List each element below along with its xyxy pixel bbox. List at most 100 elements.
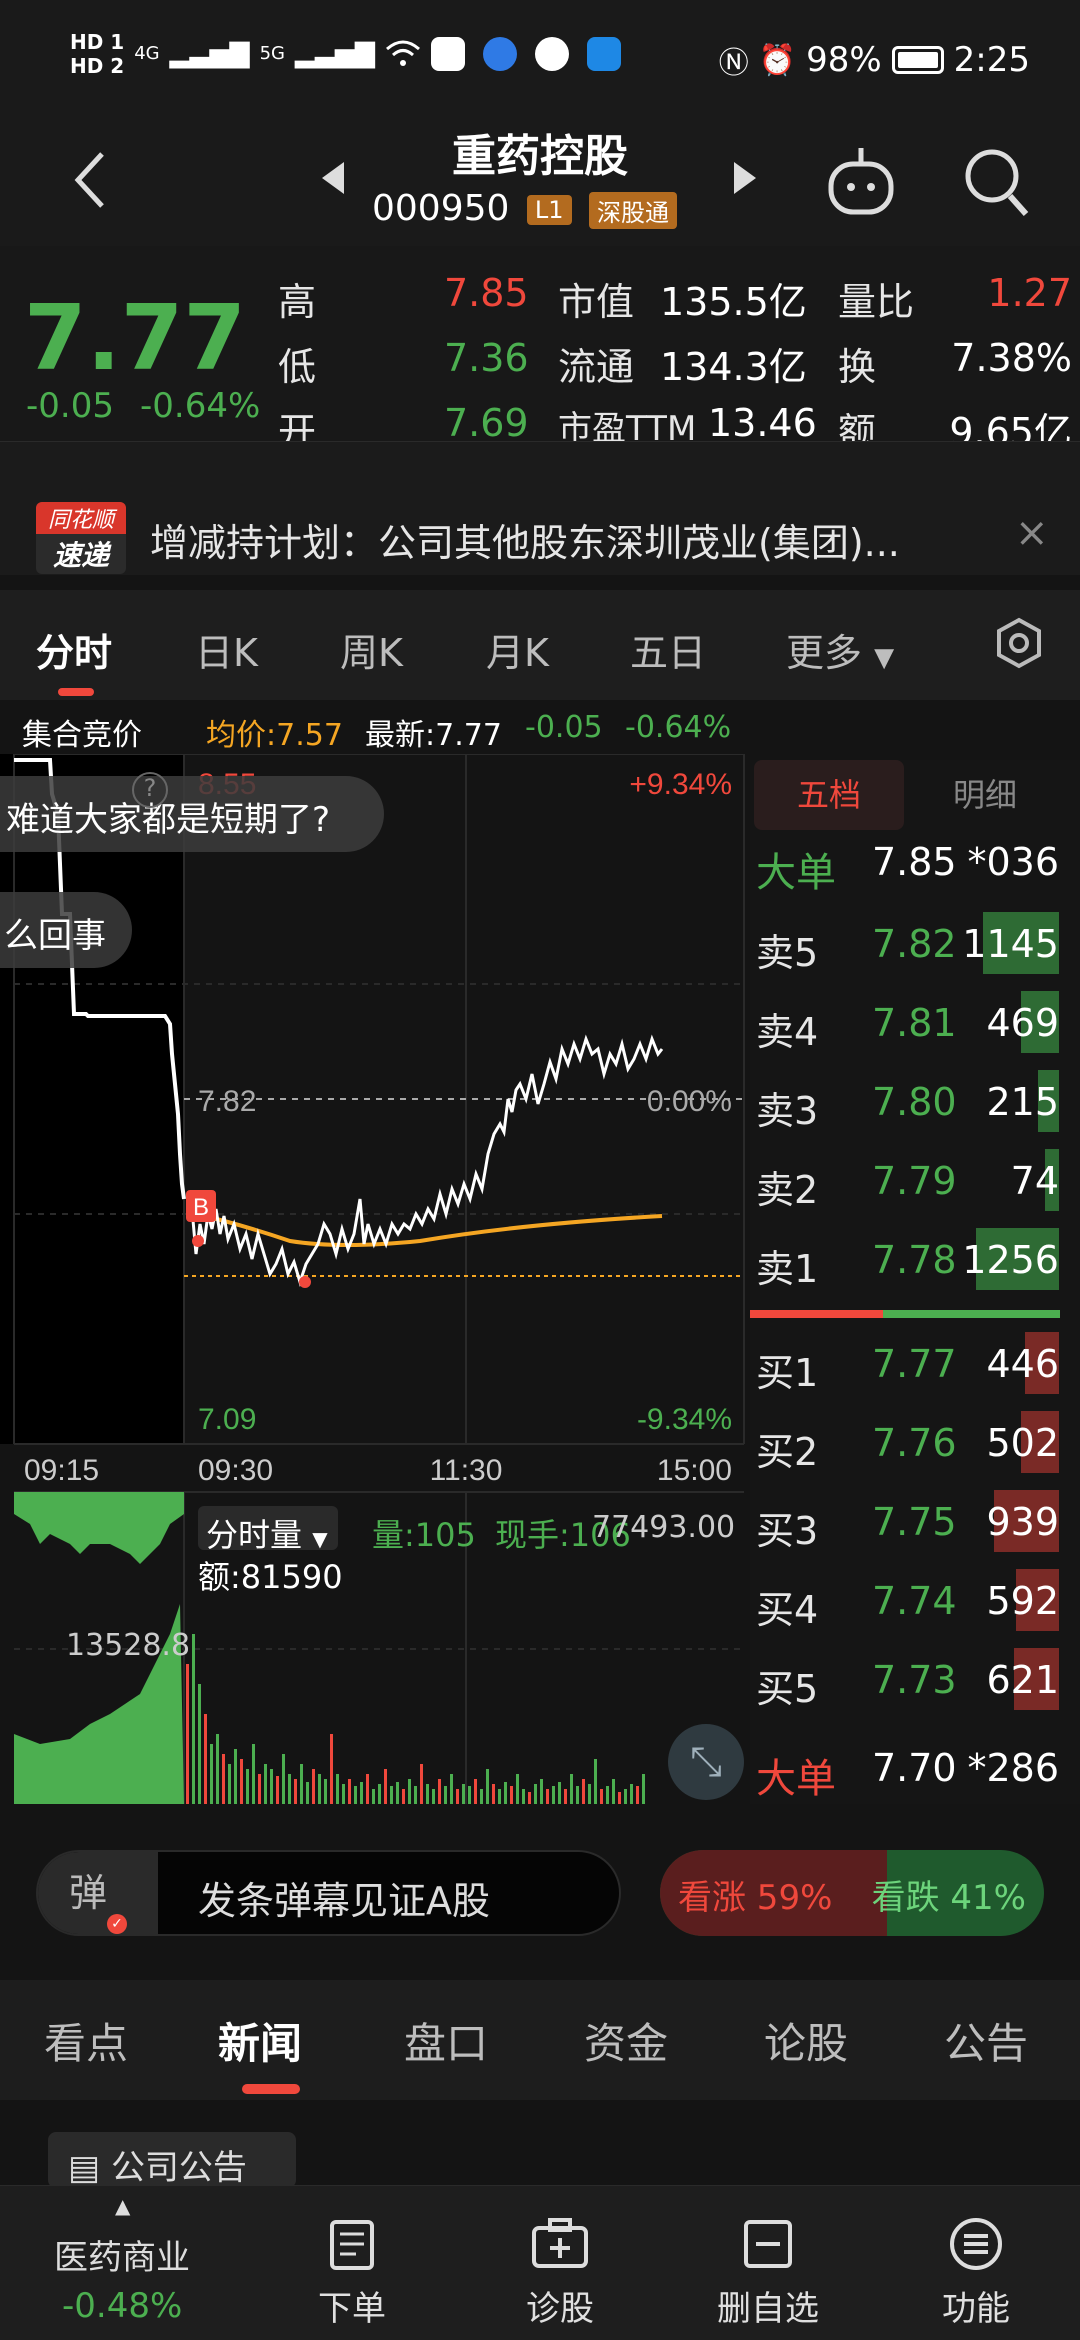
volume-selector[interactable]: 分时量 ▼	[198, 1506, 338, 1554]
nav-diagnose-label: 诊股	[526, 2289, 594, 2329]
sector-change: -0.48%	[62, 2286, 183, 2326]
low-value: 7.36	[444, 336, 529, 380]
volume-bar	[582, 1779, 585, 1804]
bid-row: 买3 7.75 939	[750, 1482, 1065, 1560]
danmaku-input[interactable]: 弹✓ 发条弹幕见证A股	[36, 1850, 621, 1936]
ask-label: 卖5	[756, 931, 819, 975]
big-buy-price: 7.70	[872, 1746, 957, 1790]
bottom-nav: ▲ 医药商业 -0.48% 下单 诊股 删自选 功能	[0, 2185, 1080, 2340]
volume-bar	[570, 1774, 573, 1804]
tab-five-level[interactable]: 五档	[754, 760, 904, 830]
pe-value: 13.46	[708, 401, 817, 445]
volume-bar	[450, 1774, 453, 1804]
turnover-value: 7.38%	[951, 336, 1072, 380]
nav-functions[interactable]: 功能	[896, 2216, 1056, 2330]
alarm-icon: ⏰	[758, 42, 797, 78]
tab-detail[interactable]: 明细	[910, 760, 1060, 830]
diagnose-icon	[532, 2218, 588, 2268]
vol-ratio-value: 1.27	[987, 271, 1072, 315]
danmaku-bubble-2-text: 么回事	[4, 916, 106, 956]
volume-bar	[246, 1769, 249, 1804]
danmaku-bubble-1-text: 难道大家都是短期了?	[6, 800, 331, 840]
close-icon[interactable]: ×	[1015, 510, 1049, 556]
bid-ask-ratio-bar	[750, 1310, 1060, 1318]
big-sell-vol: *036	[967, 840, 1059, 884]
settings-hex-icon[interactable]	[992, 616, 1046, 670]
volume-bar	[564, 1789, 567, 1804]
search-icon[interactable]	[962, 144, 1032, 220]
volume-bar	[480, 1789, 483, 1804]
time-label-1130: 11:30	[430, 1454, 503, 1487]
volume-bar	[492, 1784, 495, 1804]
volume-bar	[624, 1789, 627, 1804]
volume-bar	[186, 1664, 189, 1804]
sentiment-bar[interactable]: 看涨 59% 看跌 41%	[660, 1850, 1044, 1936]
nav-remove-watchlist[interactable]: 删自选	[688, 2216, 848, 2330]
volume-bar	[528, 1792, 531, 1804]
nav-diagnose[interactable]: 诊股	[480, 2216, 640, 2330]
stock-code: 000950	[372, 188, 510, 229]
news-text[interactable]: 增减持计划：公司其他股东深圳茂业(集团)...	[150, 512, 970, 567]
volume-bar	[540, 1779, 543, 1804]
bid-price: 7.74	[872, 1579, 957, 1623]
bid-label: 买5	[756, 1667, 819, 1711]
bid-volume: 592	[986, 1579, 1059, 1623]
tab-discussion[interactable]: 论股	[764, 2010, 848, 2071]
bid-label: 买4	[756, 1588, 819, 1632]
bid-price: 7.73	[872, 1658, 957, 1702]
volume-bar	[462, 1784, 465, 1804]
volume-bar	[300, 1764, 303, 1804]
robot-icon[interactable]	[825, 142, 897, 222]
volume-bar	[522, 1789, 525, 1804]
time-label-0915: 09:15	[24, 1454, 99, 1487]
sector-name[interactable]: 医药商业	[54, 2230, 190, 2279]
tab-funds[interactable]: 资金	[584, 2010, 668, 2071]
bid-row: 买5 7.73 621	[750, 1640, 1065, 1718]
volume-bar	[414, 1786, 417, 1804]
volume-bar	[402, 1789, 405, 1804]
tab-weekly[interactable]: 周K	[340, 622, 403, 677]
expand-icon[interactable]: ⤡	[668, 1724, 744, 1800]
tab-monthly[interactable]: 月K	[486, 622, 549, 677]
tab-five-day[interactable]: 五日	[630, 622, 706, 677]
ask-price: 7.78	[872, 1238, 957, 1282]
volume-bar	[606, 1786, 609, 1804]
top-pct: +9.34%	[629, 768, 732, 801]
announcement-chip[interactable]: ▤ 公司公告	[48, 2132, 296, 2188]
buy-marker-text: B	[193, 1194, 209, 1221]
volume-bar	[546, 1789, 549, 1804]
tab-market[interactable]: 盘口	[404, 2010, 488, 2071]
max-volume: 77493.00	[592, 1510, 736, 1545]
tab-highlights[interactable]: 看点	[44, 2010, 128, 2071]
tab-daily[interactable]: 日K	[195, 622, 258, 677]
ask-volume: 1145	[962, 922, 1059, 966]
bull-label[interactable]: 看涨 59%	[678, 1870, 832, 1919]
tab-intraday[interactable]: 分时	[36, 622, 112, 677]
tab-more[interactable]: 更多 ▼	[786, 622, 894, 677]
hd1-label: HD 1	[70, 30, 125, 54]
bear-label[interactable]: 看跌 41%	[872, 1870, 1026, 1919]
tab-news[interactable]: 新闻	[218, 2010, 302, 2071]
tab-indicator	[58, 688, 94, 696]
volume-bar	[336, 1774, 339, 1804]
tab-announcements[interactable]: 公告	[944, 2010, 1028, 2071]
volume-bar	[468, 1786, 471, 1804]
wifi-icon	[386, 40, 420, 66]
help-icon[interactable]: ?	[132, 772, 168, 808]
nav-order[interactable]: 下单	[272, 2216, 432, 2330]
news-ticker[interactable]: 同花顺 速递 增减持计划：公司其他股东深圳茂业(集团)... ×	[0, 441, 1080, 575]
volume-bar	[456, 1789, 459, 1804]
next-stock-icon[interactable]	[730, 158, 760, 198]
ask-row: 卖4 7.81 469	[750, 983, 1065, 1061]
bid-price: 7.77	[872, 1342, 957, 1386]
signal-icon-2: ▂▃▅▇	[295, 39, 375, 69]
menu-icon	[950, 2218, 1002, 2270]
tag-l1: L1	[526, 195, 572, 225]
volume-value: 量:105	[372, 1516, 476, 1554]
bid-row: 买1 7.77 446	[750, 1324, 1065, 1402]
chart-info-bar: 集合竞价 均价:7.57 最新:7.77 -0.05 -0.64%	[0, 700, 1080, 754]
news-badge: 同花顺 速递	[36, 502, 126, 574]
chevron-down-icon: ▼	[874, 643, 895, 673]
volume-bar	[228, 1764, 231, 1804]
volume-bar	[642, 1774, 645, 1804]
